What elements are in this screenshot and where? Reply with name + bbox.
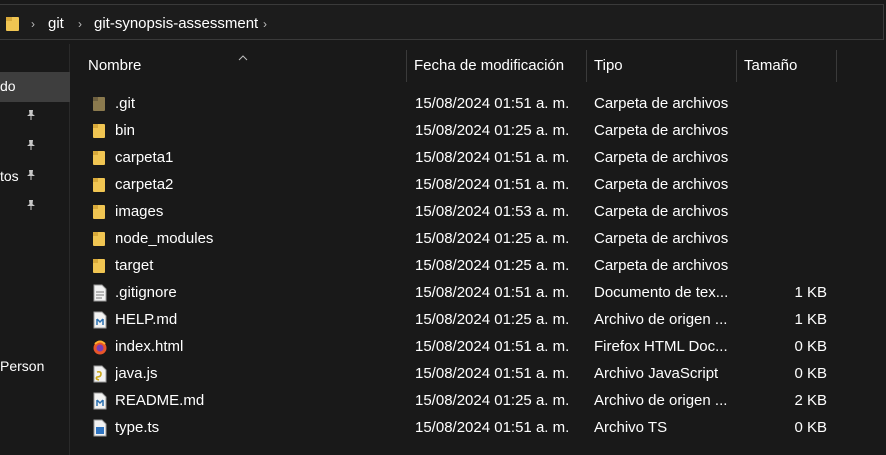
folder-icon [6, 16, 20, 37]
file-row[interactable]: carpeta2 15/08/2024 01:51 a. m. Carpeta de… [70, 171, 886, 198]
file-size: 1 KB [794, 311, 827, 328]
text-file-icon [92, 284, 108, 302]
file-type: Carpeta de archivos [594, 176, 729, 193]
column-header-name[interactable]: Nombre [88, 57, 141, 74]
file-type: Carpeta de archivos [594, 230, 729, 247]
typescript-file-icon [92, 419, 108, 437]
file-date: 15/08/2024 01:51 a. m. [415, 284, 570, 301]
file-date: 15/08/2024 01:51 a. m. [415, 365, 570, 382]
column-divider[interactable] [736, 50, 737, 82]
navigation-pane: do tos Person [0, 44, 70, 455]
file-row[interactable]: type.ts 15/08/2024 01:51 a. m. Archivo TS 0… [70, 414, 886, 441]
file-name: java.js [115, 365, 158, 382]
javascript-file-icon [92, 365, 108, 383]
folder-icon [92, 176, 108, 194]
chevron-right-icon: › [78, 17, 82, 31]
file-name: carpeta1 [115, 149, 174, 166]
file-row[interactable]: .git 15/08/2024 01:51 a. m. Carpeta de arc… [70, 90, 886, 117]
file-type: Carpeta de archivos [594, 122, 729, 139]
file-date: 15/08/2024 01:51 a. m. [415, 95, 570, 112]
file-type: Carpeta de archivos [594, 257, 729, 274]
file-name: .git [115, 95, 136, 112]
breadcrumb[interactable]: › git › git-synopsis-assessment › [0, 4, 884, 40]
file-list: Nombre Fecha de modificación Tipo Tamaño… [70, 44, 886, 455]
file-type: Documento de tex... [594, 284, 729, 301]
file-name: .gitignore [115, 284, 177, 301]
column-header-date[interactable]: Fecha de modificación [414, 57, 564, 74]
pin-icon [25, 108, 37, 126]
markdown-file-icon [92, 311, 108, 329]
file-name: node_modules [115, 230, 214, 247]
file-size: 0 KB [794, 419, 827, 436]
file-date: 15/08/2024 01:51 a. m. [415, 338, 570, 355]
file-type: Archivo JavaScript [594, 365, 719, 382]
column-header-row: Nombre Fecha de modificación Tipo Tamaño [70, 44, 886, 86]
file-date: 15/08/2024 01:25 a. m. [415, 392, 570, 409]
file-row[interactable]: node_modules 15/08/2024 01:25 a. m. Carpet… [70, 225, 886, 252]
folder-icon [92, 203, 108, 221]
file-name: images [115, 203, 164, 220]
file-row[interactable]: HELP.md 15/08/2024 01:25 a. m. Archivo de … [70, 306, 886, 333]
file-type: Carpeta de archivos [594, 95, 729, 112]
file-name: target [115, 257, 154, 274]
folder-icon [92, 230, 108, 248]
folder-icon [92, 257, 108, 275]
file-date: 15/08/2024 01:51 a. m. [415, 176, 570, 193]
file-name: bin [115, 122, 136, 139]
file-type: Archivo TS [594, 419, 668, 436]
folder-icon [92, 149, 108, 167]
file-date: 15/08/2024 01:25 a. m. [415, 122, 570, 139]
column-header-size[interactable]: Tamaño [744, 57, 797, 74]
breadcrumb-item-current[interactable]: git-synopsis-assessment [94, 15, 258, 32]
file-name: index.html [115, 338, 184, 355]
file-row[interactable]: .gitignore 15/08/2024 01:51 a. m. Document… [70, 279, 886, 306]
file-row[interactable]: index.html 15/08/2024 01:51 a. m. Firefox … [70, 333, 886, 360]
file-date: 15/08/2024 01:25 a. m. [415, 230, 570, 247]
file-name: README.md [115, 392, 205, 409]
file-name: carpeta2 [115, 176, 174, 193]
file-row[interactable]: images 15/08/2024 01:53 a. m. Carpeta de a… [70, 198, 886, 225]
file-row[interactable]: bin 15/08/2024 01:25 a. m. Carpeta de arch… [70, 117, 886, 144]
firefox-html-icon [92, 338, 108, 356]
chevron-right-icon[interactable]: › [263, 17, 267, 31]
folder-dim-icon [92, 95, 108, 113]
file-date: 15/08/2024 01:51 a. m. [415, 419, 570, 436]
column-header-type[interactable]: Tipo [594, 57, 623, 74]
file-type: Archivo de origen ... [594, 392, 728, 409]
nav-item-label[interactable]: tos [0, 168, 19, 184]
file-type: Firefox HTML Doc... [594, 338, 728, 355]
file-name: type.ts [115, 419, 160, 436]
file-name: HELP.md [115, 311, 178, 328]
file-size: 2 KB [794, 392, 827, 409]
markdown-file-icon [92, 392, 108, 410]
pin-icon [25, 138, 37, 156]
column-divider[interactable] [586, 50, 587, 82]
nav-item-label[interactable]: Person [0, 358, 44, 374]
file-size: 0 KB [794, 338, 827, 355]
pin-icon [25, 168, 37, 186]
file-size: 1 KB [794, 284, 827, 301]
file-type: Carpeta de archivos [594, 203, 729, 220]
file-size: 0 KB [794, 365, 827, 382]
pin-icon [25, 198, 37, 216]
file-date: 15/08/2024 01:51 a. m. [415, 149, 570, 166]
breadcrumb-item-git[interactable]: git [48, 15, 64, 32]
folder-icon [92, 122, 108, 140]
file-type: Carpeta de archivos [594, 149, 729, 166]
column-divider[interactable] [836, 50, 837, 82]
file-date: 15/08/2024 01:25 a. m. [415, 257, 570, 274]
file-type: Archivo de origen ... [594, 311, 728, 328]
file-row[interactable]: target 15/08/2024 01:25 a. m. Carpeta de a… [70, 252, 886, 279]
file-date: 15/08/2024 01:53 a. m. [415, 203, 570, 220]
file-row[interactable]: java.js 15/08/2024 01:51 a. m. Archivo Jav… [70, 360, 886, 387]
file-row[interactable]: README.md 15/08/2024 01:25 a. m. Archivo d… [70, 387, 886, 414]
file-date: 15/08/2024 01:25 a. m. [415, 311, 570, 328]
sort-ascending-icon [238, 48, 248, 66]
address-bar: › git › git-synopsis-assessment › [0, 0, 886, 44]
column-divider[interactable] [406, 50, 407, 82]
nav-item-label[interactable]: do [0, 78, 16, 94]
file-row[interactable]: carpeta1 15/08/2024 01:51 a. m. Carpeta de… [70, 144, 886, 171]
chevron-right-icon: › [31, 17, 35, 31]
